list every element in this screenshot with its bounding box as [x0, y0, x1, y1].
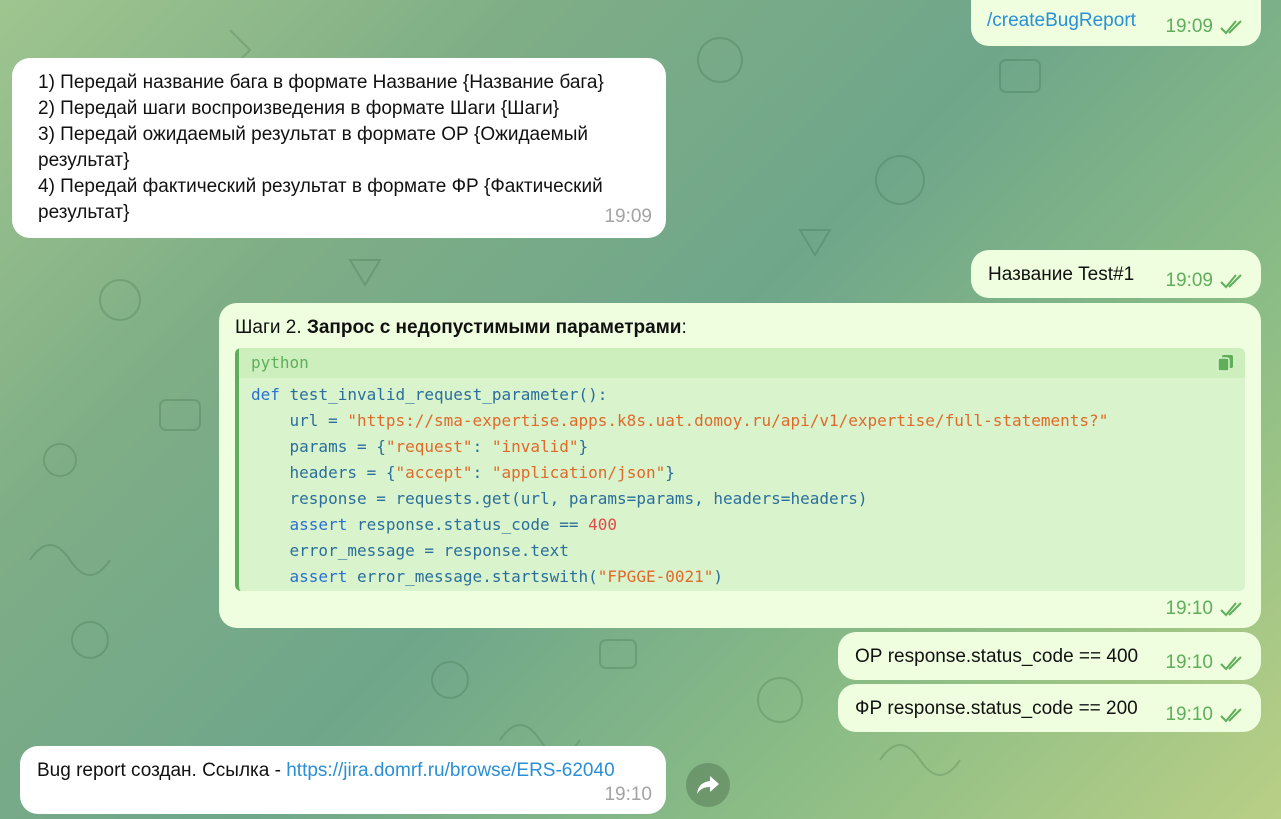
incoming-bug-created-message: Bug report создан. Ссылка - https://jira…: [20, 746, 666, 814]
steps-suffix: :: [681, 317, 687, 338]
bot-command-link[interactable]: /createBugReport: [987, 8, 1136, 34]
double-check-icon: [1220, 274, 1242, 289]
message-meta: 19:09: [1165, 14, 1247, 40]
forward-button[interactable]: [686, 763, 730, 807]
double-check-icon: [1220, 708, 1242, 723]
message-text: Название Test#1: [988, 264, 1135, 285]
code-line: url = "https://sma-expertise.apps.k8s.ua…: [251, 411, 1109, 430]
code-line: response = requests.get(url, params=para…: [251, 489, 868, 508]
message-time: 19:10: [1165, 704, 1213, 725]
message-meta: 19:10: [1165, 702, 1247, 728]
steps-heading: Шаги 2. Запрос с недопустимыми параметра…: [235, 315, 687, 341]
message-time: 19:10: [1165, 598, 1213, 619]
instructions-text: 1) Передай название бага в формате Назва…: [38, 70, 604, 226]
message-time: 19:10: [604, 784, 652, 805]
instruction-line: 2) Передай шаги воспроизведения в формат…: [38, 98, 560, 119]
double-check-icon: [1220, 602, 1242, 617]
steps-prefix: Шаги 2.: [235, 317, 307, 338]
outgoing-command-message: /createBugReport 19:09: [971, 0, 1261, 46]
created-text: Bug report создан. Ссылка -: [37, 760, 287, 781]
message-time: 19:09: [1165, 270, 1213, 291]
incoming-instructions-message: 1) Передай название бага в формате Назва…: [12, 58, 666, 238]
message-time: 19:10: [1165, 652, 1213, 673]
code-block-header: [239, 348, 1245, 378]
message-meta: 19:09: [604, 204, 652, 230]
instruction-line: 1) Передай название бага в формате Назва…: [38, 72, 604, 93]
instruction-line: 3) Передай ожидаемый результат в формате…: [38, 124, 588, 145]
double-check-icon: [1220, 20, 1242, 35]
code-language: python: [251, 353, 309, 372]
message-time: 19:09: [1165, 16, 1213, 37]
forward-arrow-icon: [697, 776, 719, 794]
outgoing-steps-message: Шаги 2. Запрос с недопустимыми параметра…: [219, 303, 1261, 628]
double-check-icon: [1220, 656, 1242, 671]
message-meta: 19:10: [1165, 596, 1247, 622]
message-text: ФР response.status_code == 200: [855, 698, 1138, 719]
code-line: def test_invalid_request_parameter():: [251, 385, 608, 404]
outgoing-expected-message: ОР response.status_code == 400 19:10: [838, 632, 1261, 680]
message-meta: 19:10: [1165, 650, 1247, 676]
outgoing-name-message: Название Test#1 19:09: [971, 250, 1261, 298]
message-text: ОР response.status_code == 400: [855, 646, 1139, 667]
instruction-line: 4) Передай фактический результат в форма…: [38, 176, 603, 197]
jira-link[interactable]: https://jira.domrf.ru/browse/ERS-62040: [286, 760, 614, 781]
copy-icon[interactable]: [1217, 354, 1235, 372]
message-meta: 19:09: [1165, 268, 1247, 294]
outgoing-actual-message: ФР response.status_code == 200 19:10: [838, 684, 1261, 732]
code-line: params = {"request": "invalid"}: [251, 437, 589, 456]
code-block[interactable]: python def test_invalid_request_paramete…: [235, 348, 1245, 591]
code-line: assert response.status_code == 400: [289, 515, 618, 534]
code-line: error_message = response.text: [251, 541, 569, 560]
message-meta: 19:10: [604, 782, 652, 808]
code-line: headers = {"accept": "application/json"}: [251, 463, 675, 482]
code-content[interactable]: def test_invalid_request_parameter(): ur…: [251, 382, 1108, 590]
message-text: Bug report создан. Ссылка - https://jira…: [37, 758, 615, 784]
steps-title: Запрос с недопустимыми параметрами: [306, 317, 682, 338]
instruction-line: результат}: [38, 150, 130, 171]
code-line: assert error_message.startswith("FPGGE-0…: [289, 567, 724, 586]
instruction-line: результат}: [38, 202, 130, 223]
message-time: 19:09: [604, 206, 652, 227]
